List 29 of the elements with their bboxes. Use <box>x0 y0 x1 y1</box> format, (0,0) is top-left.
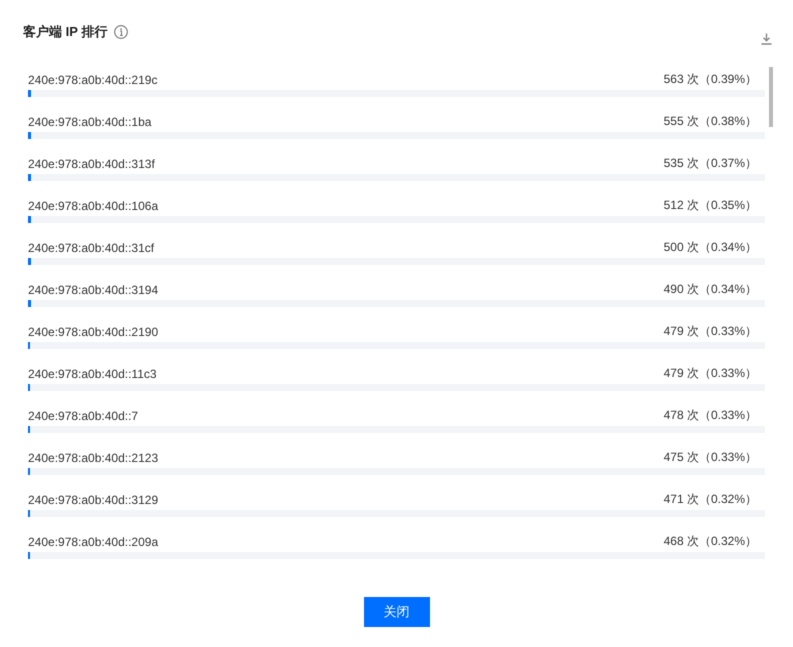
ip-address: 240e:978:a0b:40d::3129 <box>28 492 158 506</box>
ip-address: 240e:978:a0b:40d::209a <box>28 534 158 548</box>
request-count: 475 次（0.33%） <box>664 449 757 466</box>
ip-address: 240e:978:a0b:40d::31cf <box>28 240 154 254</box>
ip-address: 240e:978:a0b:40d::2190 <box>28 324 158 338</box>
request-count: 479 次（0.33%） <box>664 365 757 382</box>
close-button[interactable]: 关闭 <box>364 597 430 627</box>
request-count: 479 次（0.33%） <box>664 323 757 340</box>
request-count: 471 次（0.32%） <box>664 491 757 508</box>
request-count: 490 次（0.34%） <box>664 281 757 298</box>
request-count: 468 次（0.32%） <box>664 533 757 550</box>
scrollbar-thumb[interactable] <box>769 67 773 127</box>
request-count: 512 次（0.35%） <box>664 197 757 214</box>
ip-address: 240e:978:a0b:40d::219c <box>28 72 158 86</box>
request-count: 535 次（0.37%） <box>664 155 757 172</box>
download-icon[interactable] <box>761 32 772 44</box>
ip-address: 240e:978:a0b:40d::313f <box>28 156 155 170</box>
request-count: 478 次（0.33%） <box>664 407 757 424</box>
ip-address: 240e:978:a0b:40d::7 <box>28 408 138 422</box>
ip-address: 240e:978:a0b:40d::106a <box>28 198 158 212</box>
request-count: 555 次（0.38%） <box>664 113 757 130</box>
request-count: 500 次（0.34%） <box>664 239 757 256</box>
request-count: 563 次（0.39%） <box>664 71 757 88</box>
ip-address: 240e:978:a0b:40d::3194 <box>28 282 158 296</box>
ip-address: 240e:978:a0b:40d::2123 <box>28 450 158 464</box>
ip-address: 240e:978:a0b:40d::11c3 <box>28 366 157 380</box>
info-icon[interactable] <box>114 24 128 38</box>
ip-address: 240e:978:a0b:40d::1ba <box>28 114 152 128</box>
dialog-title: 客户端 IP 排行 <box>23 23 108 40</box>
